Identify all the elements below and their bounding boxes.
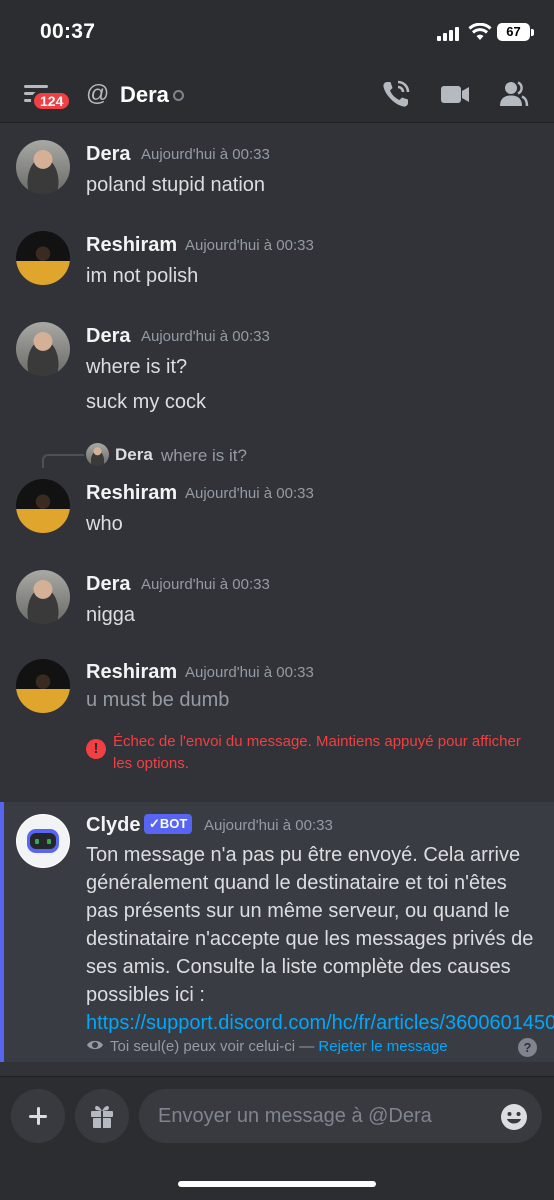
message-text: im not polish: [86, 265, 199, 287]
message-author[interactable]: Reshiram: [86, 482, 177, 505]
message-author[interactable]: Dera: [86, 325, 130, 348]
message-timestamp: Aujourd'hui à 00:33: [185, 664, 314, 681]
avatar[interactable]: [16, 231, 70, 285]
plus-icon: [29, 1107, 47, 1125]
send-error-text[interactable]: Échec de l'envoi du message. Maintiens a…: [113, 731, 533, 775]
gift-button[interactable]: [75, 1089, 129, 1143]
status-bar: 00:37 67: [0, 0, 554, 66]
reply-connector: [42, 454, 84, 468]
avatar[interactable]: [16, 570, 70, 624]
message-timestamp: Aujourd'hui à 00:33: [141, 146, 270, 163]
ephemeral-text: Toi seul(e) peux voir celui-ci —: [110, 1038, 319, 1055]
message-author[interactable]: Clyde: [86, 814, 140, 837]
offline-status-icon: [173, 90, 184, 101]
message-timestamp: Aujourd'hui à 00:33: [185, 237, 314, 254]
message-text: poland stupid nation: [86, 174, 266, 196]
status-time: 00:37: [40, 20, 96, 43]
message-timestamp: Aujourd'hui à 00:33: [141, 328, 270, 345]
message-text: where is it?: [86, 356, 188, 378]
avatar[interactable]: [16, 322, 70, 376]
robot-icon: [17, 815, 69, 867]
eye-icon: [87, 1040, 103, 1050]
message-text: u must be dumb: [86, 689, 230, 711]
avatar[interactable]: [16, 659, 70, 713]
video-call-icon[interactable]: [439, 78, 471, 110]
avatar[interactable]: [16, 479, 70, 533]
clyde-avatar[interactable]: [16, 814, 70, 868]
notification-badge: 124: [31, 90, 73, 112]
avatar[interactable]: [16, 140, 70, 194]
battery-icon: 67: [497, 23, 530, 41]
error-icon: !: [86, 739, 106, 759]
message-timestamp: Aujourd'hui à 00:33: [204, 817, 333, 834]
signal-icon: [437, 27, 459, 41]
message-text: suck my cock: [86, 391, 207, 413]
ephemeral-note: Toi seul(e) peux voir celui-ci — Rejeter…: [86, 1038, 448, 1055]
at-icon: @: [86, 80, 110, 106]
message-author[interactable]: Dera: [86, 573, 130, 596]
home-indicator: [178, 1181, 376, 1187]
support-link[interactable]: https://support.discord.com/hc/fr/articl…: [86, 1012, 554, 1034]
channel-title[interactable]: Dera: [120, 82, 169, 108]
message-author[interactable]: Reshiram: [86, 234, 177, 257]
reply-preview[interactable]: where is it?: [161, 446, 247, 466]
message-timestamp: Aujourd'hui à 00:33: [185, 485, 314, 502]
add-attachment-button[interactable]: [11, 1089, 65, 1143]
gift-icon: [91, 1105, 113, 1128]
help-icon[interactable]: ?: [518, 1038, 537, 1057]
emoji-icon[interactable]: [500, 1103, 528, 1131]
channel-header: 124 @ Dera: [0, 66, 554, 123]
clyde-body: Ton message n'a pas pu être envoyé. Cela…: [86, 844, 534, 1006]
battery-tip: [531, 29, 534, 36]
wifi-icon: [468, 23, 492, 40]
message-author[interactable]: Dera: [86, 143, 130, 166]
message-author[interactable]: Reshiram: [86, 661, 177, 684]
message-input[interactable]: [139, 1089, 542, 1143]
members-icon[interactable]: [497, 78, 529, 110]
reply-author[interactable]: Dera: [115, 445, 153, 465]
bot-badge: ✓BOT: [144, 814, 193, 834]
message-timestamp: Aujourd'hui à 00:33: [141, 576, 270, 593]
dismiss-message-link[interactable]: Rejeter le message: [318, 1038, 447, 1055]
message-text: nigga: [86, 604, 135, 626]
message-text: who: [86, 513, 123, 535]
phone-call-icon[interactable]: [380, 78, 412, 110]
clyde-message-text: Ton message n'a pas pu être envoyé. Cela…: [86, 841, 554, 1037]
reply-avatar: [86, 443, 109, 466]
